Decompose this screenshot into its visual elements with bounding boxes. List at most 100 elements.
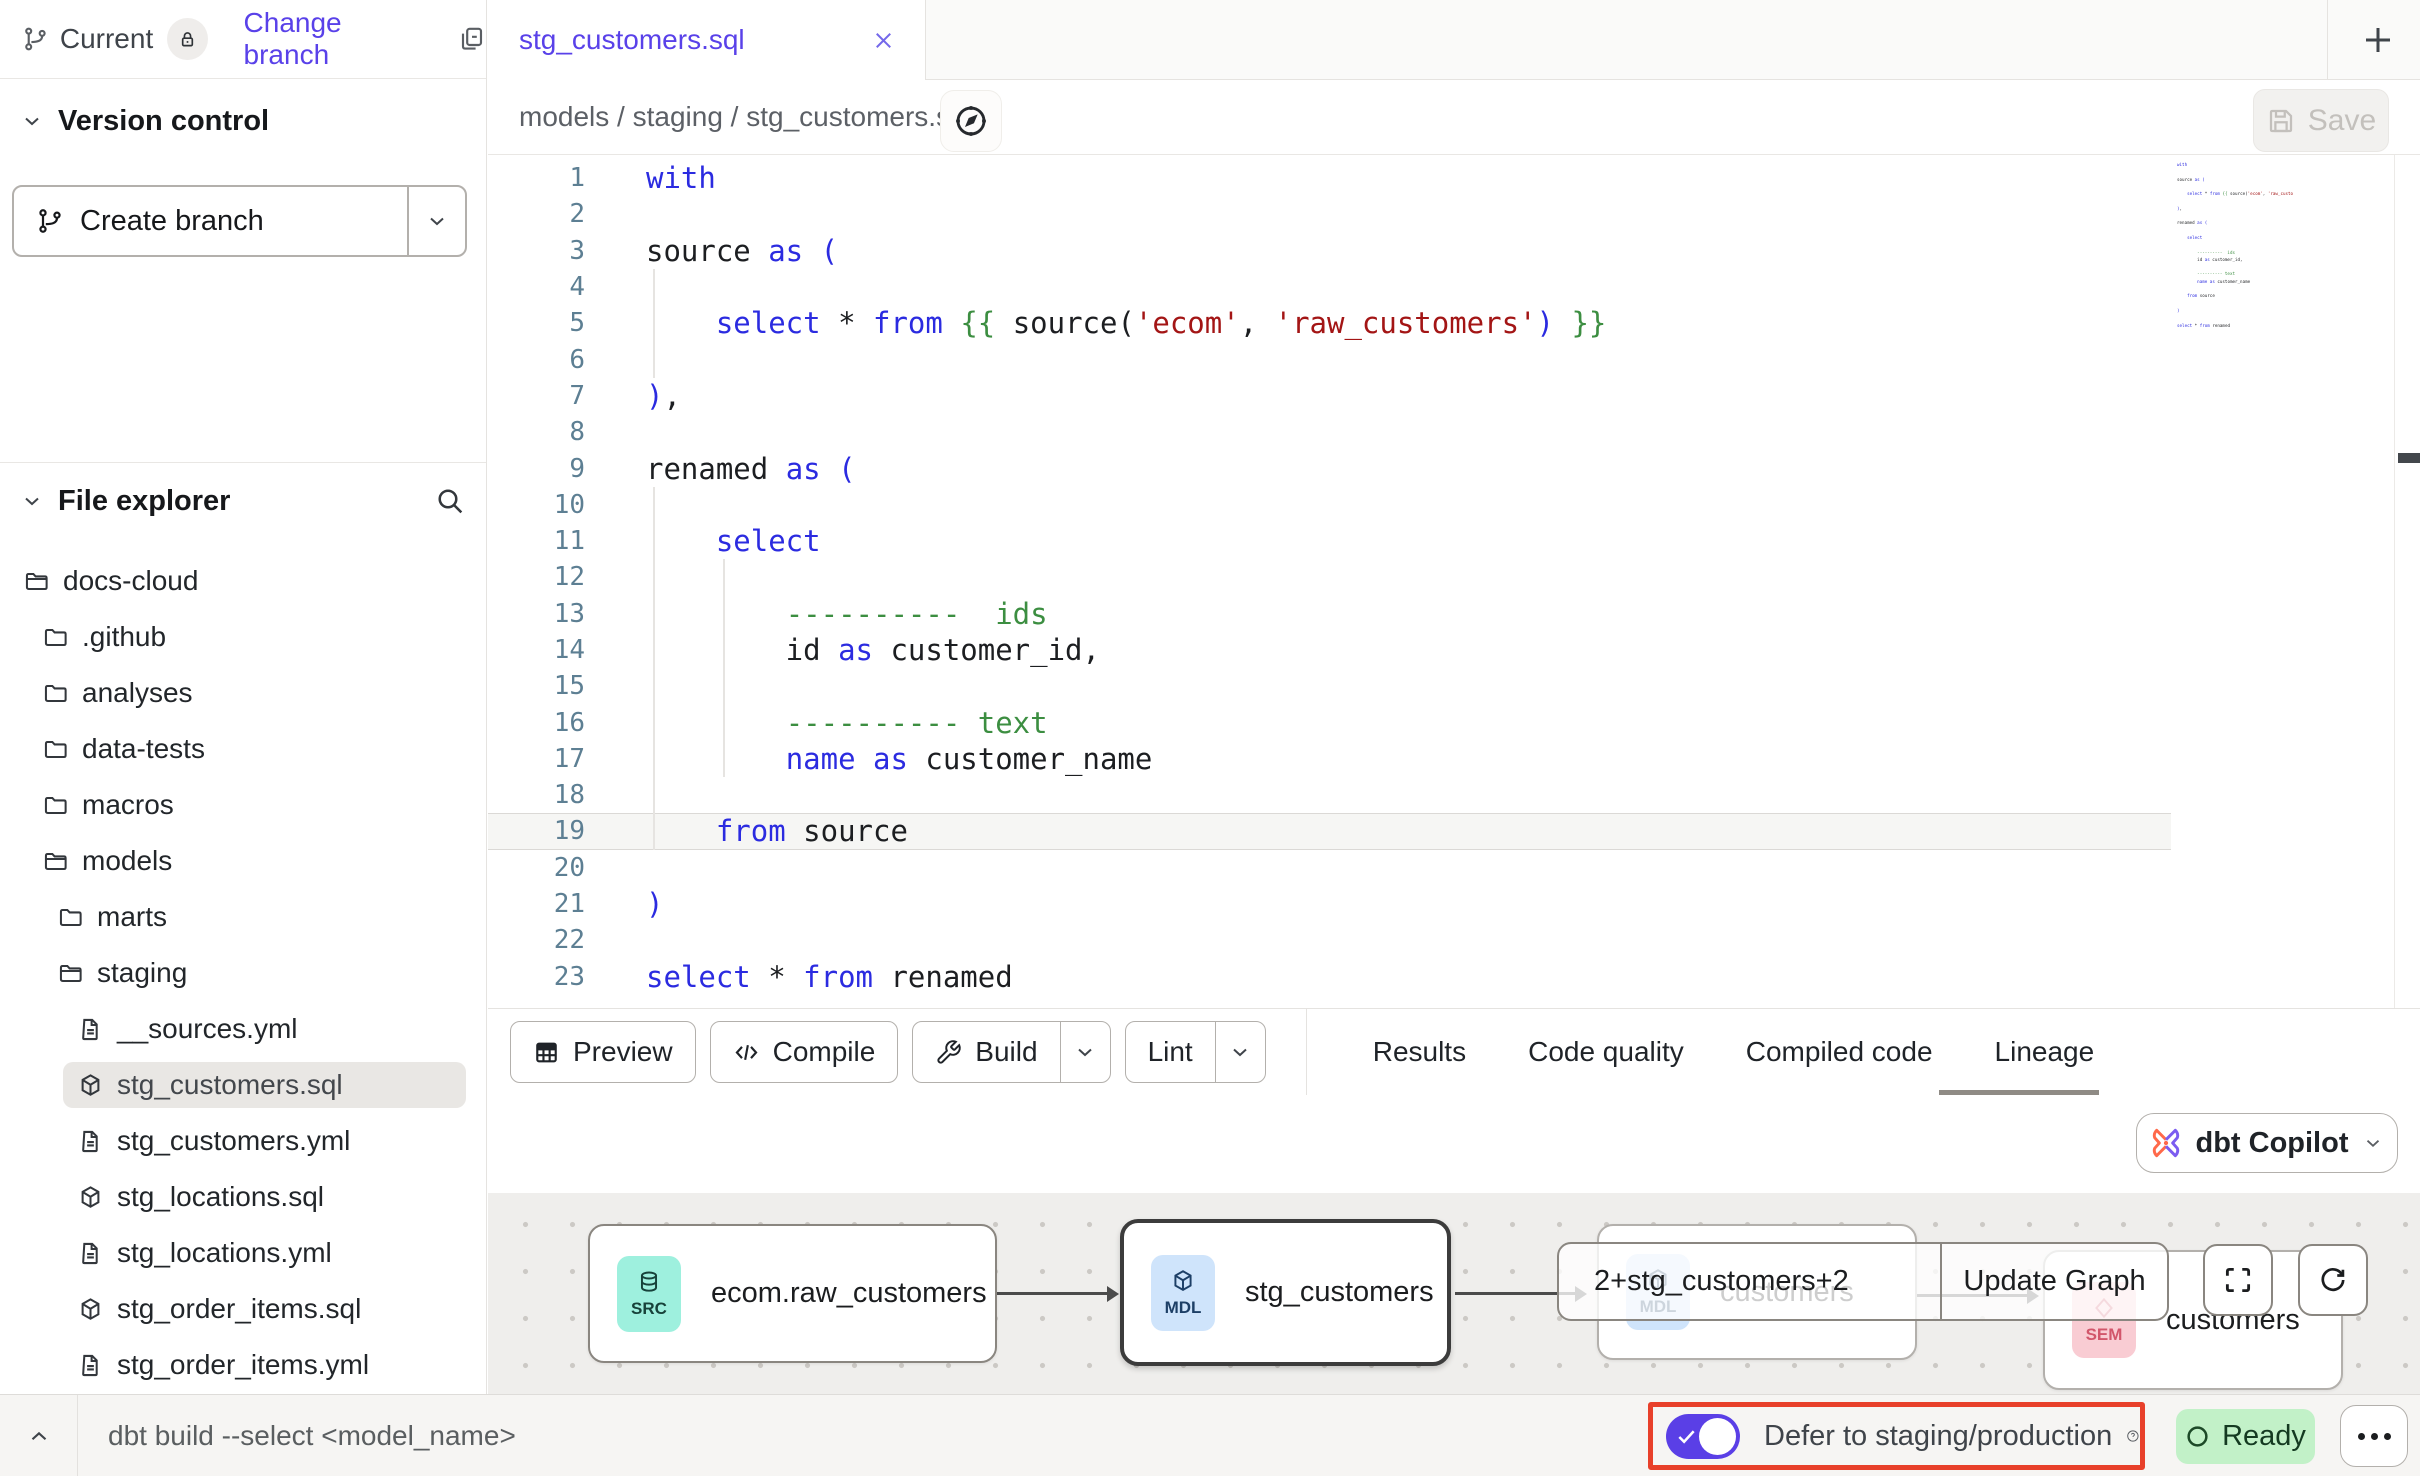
tab-stg-customers-sql[interactable]: stg_customers.sql [488,0,926,80]
code-line[interactable]: 18 [488,777,2168,813]
save-button[interactable]: Save [2253,89,2389,152]
file-tree: docs-cloud.githubanalysesdata-testsmacro… [0,553,486,1393]
doc-icon [77,1352,104,1379]
tab-compiled-code[interactable]: Compiled code [1746,1036,1933,1068]
file-tree-item[interactable]: .github [0,609,486,665]
code-line[interactable]: 16 ---------- text [488,704,2168,740]
new-tab-plus-icon[interactable] [2360,22,2396,58]
dbt-copilot-button[interactable]: dbt Copilot [2136,1113,2398,1173]
command-input[interactable]: dbt build --select <model_name> [108,1395,516,1476]
line-content: select * from renamed [646,960,1013,994]
fullscreen-button[interactable] [2203,1244,2273,1316]
file-tree-item[interactable]: stg_order_items.yml [0,1337,486,1393]
code-line[interactable]: 12 [488,559,2168,595]
create-branch-dropdown[interactable] [409,187,465,255]
code-line[interactable]: 5 select * from {{ source('ecom', 'raw_c… [488,305,2168,341]
version-control-header[interactable]: Version control [0,101,486,141]
chevron-down-icon [1228,1040,1252,1064]
code-lines[interactable]: 1with23source as (45 select * from {{ so… [488,160,2168,995]
minimap[interactable]: withsource as ( select * from {{ source(… [2177,161,2293,421]
code-line[interactable]: 8 [488,414,2168,450]
file-tree-item[interactable]: docs-cloud [0,553,486,609]
copy-branch-icon[interactable] [457,24,486,54]
code-line[interactable]: 9renamed as ( [488,450,2168,486]
code-line[interactable]: 6 [488,341,2168,377]
code-line[interactable]: 19 from source [488,813,2168,849]
file-explorer-header[interactable]: File explorer [0,477,486,525]
lineage-node-stg-customers[interactable]: MDL stg_customers [1120,1219,1451,1366]
code-line[interactable]: 11 select [488,523,2168,559]
command-bar-expand[interactable] [0,1395,78,1476]
code-line[interactable]: 1with [488,160,2168,196]
code-line[interactable]: 23select * from renamed [488,959,2168,995]
build-button[interactable]: Build [912,1021,1110,1083]
code-line[interactable]: 10 [488,487,2168,523]
file-tree-item[interactable]: marts [0,889,486,945]
scrollbar-thumb[interactable] [2398,453,2420,463]
file-tree-item[interactable]: stg_order_items.sql [0,1281,486,1337]
file-tree-item[interactable]: staging [0,945,486,1001]
compile-button[interactable]: Compile [710,1021,899,1083]
code-line[interactable]: 22 [488,922,2168,958]
file-tree-label: stg_customers.yml [117,1125,350,1157]
create-branch-button[interactable]: Create branch [12,185,467,257]
file-tree-item[interactable]: stg_customers.yml [0,1113,486,1169]
code-line[interactable]: 17 name as customer_name [488,741,2168,777]
git-branch-icon [22,25,49,53]
help-question-icon[interactable] [2126,1422,2140,1450]
file-tree-item[interactable]: analyses [0,665,486,721]
lint-dropdown[interactable] [1215,1022,1265,1082]
line-number: 3 [488,236,585,266]
code-line[interactable]: 20 [488,850,2168,886]
file-tree-item[interactable]: __sources.yml [0,1001,486,1057]
more-options-button[interactable] [2340,1405,2408,1467]
file-tree-item[interactable]: models [0,833,486,889]
branch-bar: Current Change branch [0,0,486,79]
code-line[interactable]: 15 [488,668,2168,704]
code-line[interactable]: 2 [488,196,2168,232]
tab-code-quality[interactable]: Code quality [1528,1036,1684,1068]
line-content: with [646,161,716,195]
edge-arrowhead [1107,1286,1119,1302]
file-tree-item[interactable]: macros [0,777,486,833]
line-content: select [646,524,821,558]
line-number: 20 [488,853,585,883]
table-grid-icon [533,1039,560,1066]
update-graph-button[interactable]: Update Graph [1942,1244,2167,1319]
code-line[interactable]: 4 [488,269,2168,305]
file-tree-item[interactable]: stg_customers.sql [0,1057,486,1113]
file-tree-label: stg_order_items.sql [117,1293,361,1325]
refresh-button[interactable] [2298,1244,2368,1316]
edge-arrow [997,1292,1109,1295]
search-icon[interactable] [434,485,466,517]
current-branch-label: Current [60,23,153,55]
file-tree-item[interactable]: stg_locations.yml [0,1225,486,1281]
change-branch-link[interactable]: Change branch [244,7,428,71]
selector-input[interactable]: 2+stg_customers+2 [1559,1244,1942,1319]
tab-results[interactable]: Results [1373,1036,1466,1068]
lineage-graph[interactable]: SRC ecom.raw_customers MDL stg_customers… [488,1193,2420,1394]
file-tree-item[interactable]: stg_locations.sql [0,1169,486,1225]
create-branch-main[interactable]: Create branch [14,187,409,255]
close-icon[interactable] [870,27,897,54]
code-editor[interactable]: 1with23source as (45 select * from {{ so… [488,155,2420,1008]
code-line[interactable]: 3source as ( [488,233,2168,269]
ready-status-badge: Ready [2176,1409,2315,1464]
code-line[interactable]: 21) [488,886,2168,922]
minimap-content: withsource as ( select * from {{ source(… [2177,161,2293,329]
defer-toggle[interactable] [1666,1414,1740,1459]
preview-button[interactable]: Preview [510,1021,696,1083]
line-number: 22 [488,925,585,955]
line-content: renamed as ( [646,452,856,486]
file-tree-label: staging [97,957,187,989]
file-tree-item[interactable]: data-tests [0,721,486,777]
code-line[interactable]: 14 id as customer_id, [488,632,2168,668]
tab-lineage[interactable]: Lineage [1995,1036,2095,1068]
file-health-button[interactable] [940,90,1002,152]
code-line[interactable]: 13 ---------- ids [488,596,2168,632]
lint-button[interactable]: Lint [1125,1021,1266,1083]
lineage-node-source[interactable]: SRC ecom.raw_customers [588,1224,997,1363]
build-dropdown[interactable] [1060,1022,1110,1082]
code-line[interactable]: 7), [488,378,2168,414]
line-content: name as customer_name [646,742,1152,776]
